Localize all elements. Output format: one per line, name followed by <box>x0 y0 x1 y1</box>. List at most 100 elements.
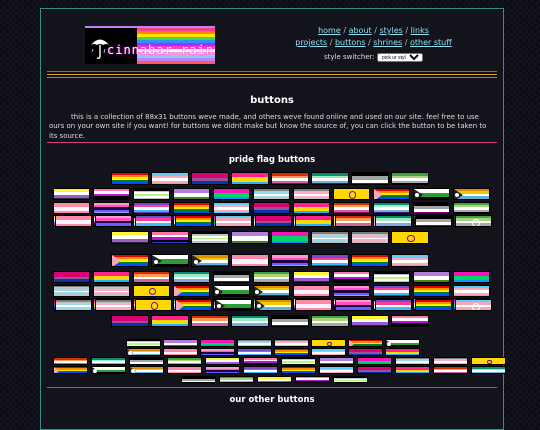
flag-button-nb[interactable] <box>257 376 292 383</box>
flag-button-demigirl[interactable] <box>293 188 330 200</box>
flag-button-polysexual[interactable] <box>453 271 490 283</box>
flag-button-lesbian[interactable] <box>133 271 170 283</box>
flag-button-gay[interactable] <box>91 357 126 365</box>
flag-button-lesbian[interactable] <box>333 201 370 214</box>
flag-button-omni[interactable] <box>335 299 372 311</box>
flag-button-rainbow[interactable] <box>413 284 450 297</box>
flag-button-genderqueer[interactable] <box>231 231 269 244</box>
flag-button-trans[interactable] <box>319 366 354 374</box>
flag-button-trans[interactable] <box>391 254 429 267</box>
flag-button-ace[interactable] <box>271 315 309 327</box>
flag-button-omni[interactable] <box>333 284 370 297</box>
flag-button-progress[interactable] <box>373 188 410 200</box>
flag-button-neutrois[interactable] <box>385 339 420 347</box>
flag-button-trans[interactable] <box>455 299 492 311</box>
flag-button-lesbian[interactable] <box>191 315 229 327</box>
flag-button-gay[interactable] <box>471 366 506 374</box>
flag-button-ace[interactable] <box>213 271 250 283</box>
flag-button-genderqueer[interactable] <box>173 188 210 200</box>
flag-button-bi[interactable] <box>255 215 292 227</box>
nav-link-about[interactable]: about <box>349 26 372 35</box>
flag-button-nb[interactable] <box>351 315 389 327</box>
flag-button-sapphic[interactable] <box>231 254 269 267</box>
flag-button-gay[interactable] <box>373 201 410 214</box>
flag-button-omni[interactable] <box>95 215 132 227</box>
flag-button-nb[interactable] <box>111 231 149 244</box>
flag-button-aro[interactable] <box>219 376 254 383</box>
flag-button-genderfluid[interactable] <box>295 376 330 383</box>
flag-button-progress[interactable] <box>175 299 212 311</box>
flag-button-sapphic[interactable] <box>163 348 198 356</box>
flag-button-intersex[interactable] <box>135 299 172 311</box>
flag-button-aro[interactable] <box>167 357 202 365</box>
flag-button-demiboy[interactable] <box>311 231 349 244</box>
flag-button-gay[interactable] <box>231 315 269 327</box>
flag-button-aroace[interactable] <box>255 299 292 311</box>
flag-button-genderfluid[interactable] <box>333 271 370 283</box>
flag-button-pan[interactable] <box>385 348 420 356</box>
flag-button-lesbian[interactable] <box>433 366 468 374</box>
flag-button-multisexual[interactable] <box>135 215 172 227</box>
flag-button-rainbow[interactable] <box>175 215 212 227</box>
flag-button-sapphic[interactable] <box>55 215 92 227</box>
flag-button-trans[interactable] <box>215 215 252 227</box>
flag-button-intersex[interactable] <box>333 188 370 200</box>
flag-button-ace[interactable] <box>351 172 389 185</box>
flag-button-neutrois[interactable] <box>91 366 126 374</box>
flag-button-pan[interactable] <box>231 172 269 185</box>
nav-link-links[interactable]: links <box>411 26 429 35</box>
flag-button-multisexual[interactable] <box>375 299 412 311</box>
flag-button-demigirl[interactable] <box>433 357 468 365</box>
flag-button-pan[interactable] <box>93 271 130 283</box>
flag-button-genderfluid[interactable] <box>93 188 130 200</box>
flag-button-lesbian[interactable] <box>335 215 372 227</box>
flag-button-demiboy[interactable] <box>55 299 92 311</box>
nav-link-home[interactable]: home <box>318 26 341 35</box>
flag-button-lesbian[interactable] <box>53 357 88 365</box>
flag-button-trans[interactable] <box>453 284 490 297</box>
flag-button-neutrois[interactable] <box>215 299 252 311</box>
flag-button-aroace[interactable] <box>129 366 164 374</box>
flag-button-progress[interactable] <box>111 254 149 267</box>
flag-button-genderqueer[interactable] <box>413 271 450 283</box>
flag-button-genderfluid[interactable] <box>391 315 429 327</box>
flag-button-aroace[interactable] <box>126 348 161 356</box>
flag-button-trans[interactable] <box>213 201 250 214</box>
flag-button-sapphic[interactable] <box>167 366 202 374</box>
flag-button-demiboy[interactable] <box>395 357 430 365</box>
flag-button-nb[interactable] <box>53 188 90 200</box>
flag-button-bi[interactable] <box>357 366 392 374</box>
flag-button-nb[interactable] <box>293 271 330 283</box>
nav-link-buttons[interactable]: buttons <box>335 38 366 47</box>
flag-button-ace[interactable] <box>415 215 452 227</box>
flag-button-progress[interactable] <box>53 366 88 374</box>
flag-button-demiboy[interactable] <box>53 284 90 297</box>
flag-button-demigirl[interactable] <box>351 231 389 244</box>
flag-button-trans[interactable] <box>311 348 346 356</box>
flag-button-multisexual[interactable] <box>373 284 410 297</box>
flag-button-rainbow[interactable] <box>281 366 316 374</box>
flag-button-genderqueer[interactable] <box>319 357 354 365</box>
flag-button-gay[interactable] <box>173 271 210 283</box>
flag-button-rainbow[interactable] <box>351 254 389 267</box>
flag-button-gay[interactable] <box>375 215 412 227</box>
flag-button-pan[interactable] <box>293 201 330 214</box>
flag-button-aro[interactable] <box>455 215 492 227</box>
nav-link-projects[interactable]: projects <box>295 38 327 47</box>
flag-button-gay[interactable] <box>311 172 349 185</box>
flag-button-ace[interactable] <box>413 201 450 214</box>
flag-button-multisexual[interactable] <box>237 348 272 356</box>
flag-button-genderfluid[interactable] <box>243 357 278 365</box>
flag-button-aroace[interactable] <box>191 254 229 267</box>
flag-button-aro[interactable] <box>391 172 429 185</box>
flag-button-demigirl[interactable] <box>274 339 309 347</box>
flag-button-aro[interactable] <box>253 271 290 283</box>
flag-button-omni[interactable] <box>271 254 309 267</box>
flag-button-agender[interactable] <box>373 271 410 283</box>
flag-button-agender[interactable] <box>126 339 161 347</box>
flag-button-aro[interactable] <box>311 315 349 327</box>
flag-button-rainbow[interactable] <box>173 201 210 214</box>
flag-button-pan[interactable] <box>395 366 430 374</box>
flag-button-multisexual[interactable] <box>243 366 278 374</box>
flag-button-agender[interactable] <box>281 357 316 365</box>
